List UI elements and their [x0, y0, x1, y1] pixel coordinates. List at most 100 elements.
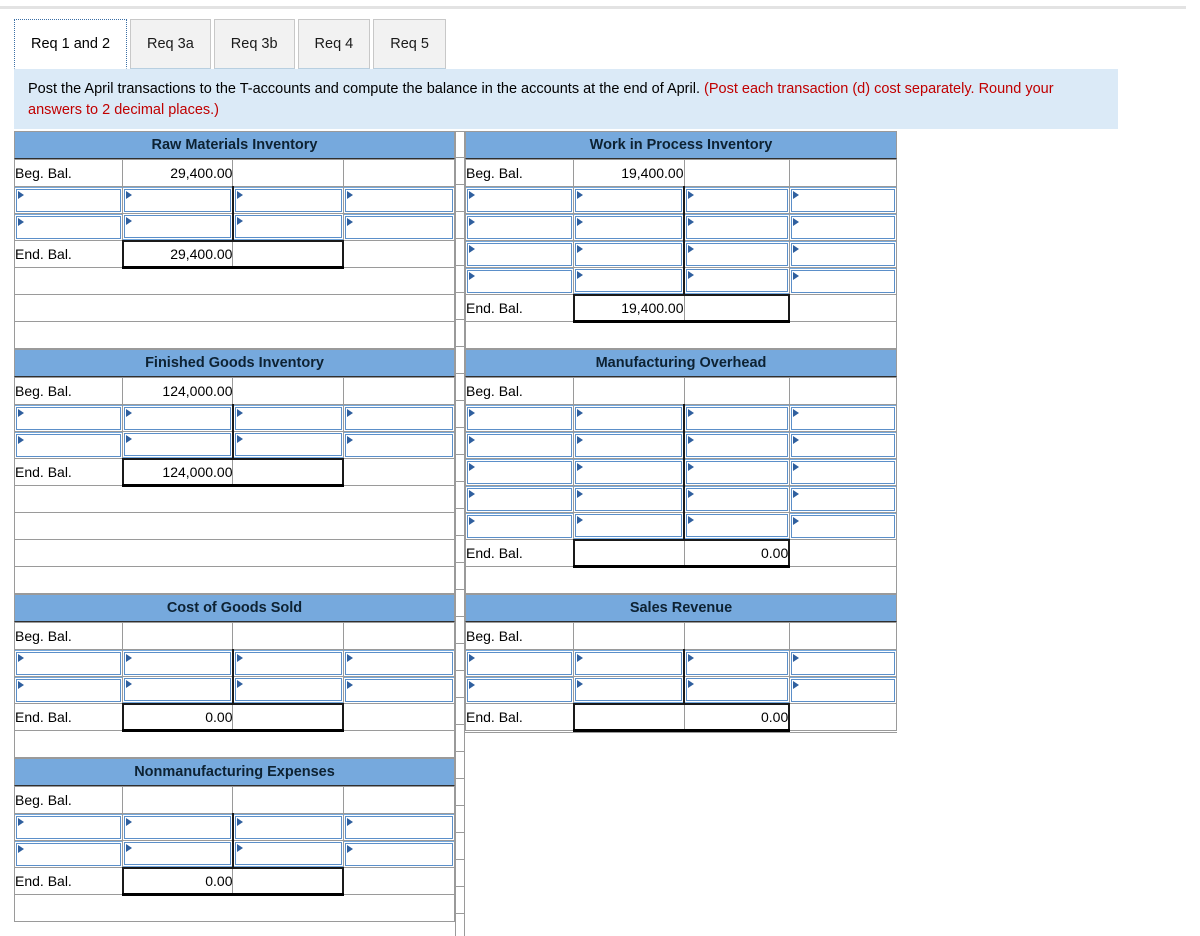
entry-cell-debit[interactable]	[122, 213, 234, 241]
work_in_process-input-ref-left-row4[interactable]	[465, 268, 574, 294]
entry-cell-debit[interactable]	[573, 240, 686, 268]
finished_goods-input-ref-right-row1[interactable]	[343, 405, 455, 431]
entry-cell-ref-right[interactable]	[788, 649, 898, 677]
manufacturing_overhead-input-ref-right-row4[interactable]	[789, 486, 897, 512]
nonmanufacturing_expenses-input-ref-left-row1[interactable]	[14, 814, 123, 840]
entry-cell-ref-left[interactable]	[464, 240, 575, 268]
sales_revenue-input-ref-right-row2[interactable]	[789, 677, 897, 703]
entry-cell-ref-left[interactable]	[13, 213, 124, 241]
cost_of_goods_sold-input-ref-right-row2[interactable]	[343, 677, 455, 703]
work_in_process-input-credit-row1[interactable]	[685, 187, 789, 213]
raw_materials-input-debit-row2[interactable]	[123, 214, 232, 240]
finished_goods-input-debit-row1[interactable]	[123, 405, 232, 431]
sales_revenue-input-debit-row2[interactable]	[574, 677, 683, 703]
manufacturing_overhead-input-debit-row3[interactable]	[574, 459, 683, 485]
nonmanufacturing_expenses-input-ref-right-row1[interactable]	[343, 814, 455, 840]
nonmanufacturing_expenses-input-debit-row1[interactable]	[123, 814, 232, 840]
entry-cell-debit[interactable]	[122, 813, 234, 841]
nonmanufacturing_expenses-input-debit-row2[interactable]	[123, 841, 232, 867]
entry-cell-debit[interactable]	[573, 404, 686, 432]
cost_of_goods_sold-input-debit-row1[interactable]	[123, 650, 232, 676]
entry-cell-ref-left[interactable]	[13, 649, 124, 677]
finished_goods-input-ref-left-row2[interactable]	[14, 432, 123, 458]
entry-cell-ref-left[interactable]	[464, 676, 575, 704]
manufacturing_overhead-input-credit-row3[interactable]	[685, 459, 789, 485]
entry-cell-ref-left[interactable]	[13, 404, 124, 432]
entry-cell-ref-right[interactable]	[342, 813, 456, 841]
work_in_process-input-ref-right-row2[interactable]	[789, 214, 897, 240]
entry-cell-ref-right[interactable]	[788, 240, 898, 268]
manufacturing_overhead-input-ref-right-row2[interactable]	[789, 432, 897, 458]
raw_materials-input-debit-row1[interactable]	[123, 187, 232, 213]
cost_of_goods_sold-input-ref-left-row1[interactable]	[14, 650, 123, 676]
raw_materials-input-ref-left-row2[interactable]	[14, 214, 123, 240]
entry-cell-ref-right[interactable]	[788, 431, 898, 459]
raw_materials-input-ref-right-row1[interactable]	[343, 187, 455, 213]
entry-cell-ref-left[interactable]	[13, 431, 124, 459]
tab-req-4[interactable]: Req 4	[297, 19, 371, 69]
entry-cell-credit[interactable]	[683, 512, 790, 540]
entry-cell-ref-right[interactable]	[788, 676, 898, 704]
sales_revenue-input-ref-left-row2[interactable]	[465, 677, 574, 703]
entry-cell-ref-right[interactable]	[342, 840, 456, 868]
entry-cell-credit[interactable]	[683, 240, 790, 268]
work_in_process-input-debit-row2[interactable]	[574, 214, 683, 240]
entry-cell-debit[interactable]	[573, 431, 686, 459]
entry-cell-debit[interactable]	[573, 676, 686, 704]
entry-cell-ref-right[interactable]	[342, 676, 456, 704]
cost_of_goods_sold-input-credit-row1[interactable]	[233, 650, 343, 676]
entry-cell-ref-right[interactable]	[342, 431, 456, 459]
entry-cell-debit[interactable]	[122, 186, 234, 214]
cost_of_goods_sold-input-ref-left-row2[interactable]	[14, 677, 123, 703]
work_in_process-input-credit-row4[interactable]	[685, 268, 789, 294]
entry-cell-ref-left[interactable]	[464, 267, 575, 295]
sales_revenue-input-credit-row1[interactable]	[685, 650, 789, 676]
entry-cell-ref-left[interactable]	[464, 458, 575, 486]
entry-cell-ref-right[interactable]	[342, 649, 456, 677]
entry-cell-ref-left[interactable]	[464, 512, 575, 540]
entry-cell-credit[interactable]	[232, 213, 344, 241]
work_in_process-input-credit-row3[interactable]	[685, 241, 789, 267]
entry-cell-credit[interactable]	[683, 186, 790, 214]
entry-cell-debit[interactable]	[122, 676, 234, 704]
entry-cell-ref-right[interactable]	[342, 213, 456, 241]
entry-cell-ref-right[interactable]	[342, 404, 456, 432]
entry-cell-ref-left[interactable]	[464, 213, 575, 241]
tab-req-5[interactable]: Req 5	[373, 19, 446, 69]
raw_materials-input-credit-row2[interactable]	[233, 214, 343, 240]
work_in_process-input-ref-left-row2[interactable]	[465, 214, 574, 240]
work_in_process-input-ref-left-row1[interactable]	[465, 187, 574, 213]
finished_goods-input-ref-right-row2[interactable]	[343, 432, 455, 458]
finished_goods-input-ref-left-row1[interactable]	[14, 405, 123, 431]
work_in_process-input-debit-row3[interactable]	[574, 241, 683, 267]
finished_goods-input-credit-row2[interactable]	[233, 432, 343, 458]
nonmanufacturing_expenses-input-credit-row2[interactable]	[233, 841, 343, 867]
manufacturing_overhead-input-ref-left-row1[interactable]	[465, 405, 574, 431]
raw_materials-input-credit-row1[interactable]	[233, 187, 343, 213]
entry-cell-ref-right[interactable]	[788, 186, 898, 214]
entry-cell-ref-left[interactable]	[464, 431, 575, 459]
entry-cell-debit[interactable]	[122, 404, 234, 432]
tab-req-3b[interactable]: Req 3b	[213, 19, 295, 69]
sales_revenue-input-credit-row2[interactable]	[685, 677, 789, 703]
entry-cell-credit[interactable]	[232, 840, 344, 868]
entry-cell-debit[interactable]	[573, 512, 686, 540]
work_in_process-input-debit-row1[interactable]	[574, 187, 683, 213]
entry-cell-debit[interactable]	[122, 840, 234, 868]
finished_goods-input-credit-row1[interactable]	[233, 405, 343, 431]
work_in_process-input-ref-right-row3[interactable]	[789, 241, 897, 267]
manufacturing_overhead-input-credit-row1[interactable]	[685, 405, 789, 431]
entry-cell-credit[interactable]	[683, 649, 790, 677]
sales_revenue-input-ref-right-row1[interactable]	[789, 650, 897, 676]
manufacturing_overhead-input-debit-row4[interactable]	[574, 486, 683, 512]
entry-cell-ref-right[interactable]	[788, 267, 898, 295]
raw_materials-input-ref-left-row1[interactable]	[14, 187, 123, 213]
finished_goods-input-debit-row2[interactable]	[123, 432, 232, 458]
manufacturing_overhead-input-ref-left-row2[interactable]	[465, 432, 574, 458]
manufacturing_overhead-input-ref-left-row4[interactable]	[465, 486, 574, 512]
entry-cell-credit[interactable]	[683, 676, 790, 704]
entry-cell-debit[interactable]	[573, 186, 686, 214]
entry-cell-credit[interactable]	[683, 458, 790, 486]
nonmanufacturing_expenses-input-ref-left-row2[interactable]	[14, 841, 123, 867]
work_in_process-input-ref-right-row4[interactable]	[789, 268, 897, 294]
